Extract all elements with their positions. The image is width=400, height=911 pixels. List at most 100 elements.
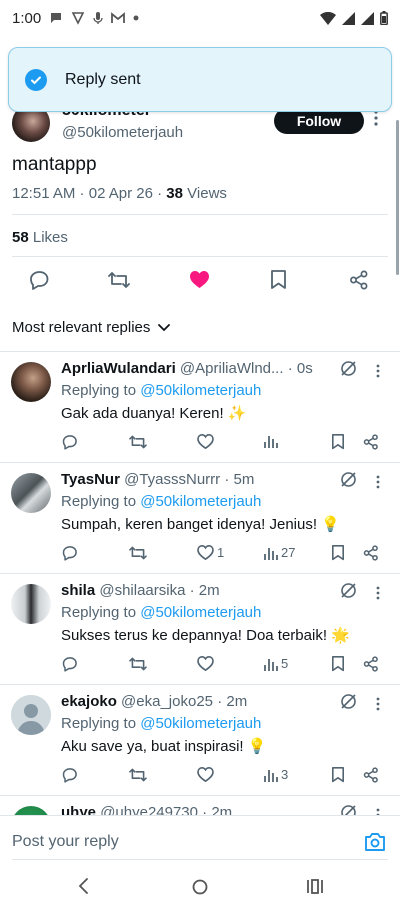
tweet-more-options-icon[interactable] bbox=[374, 110, 378, 126]
microphone-icon bbox=[93, 11, 103, 25]
gmail-icon bbox=[111, 12, 126, 24]
default-avatar-icon bbox=[11, 695, 51, 735]
reply-bookmark-icon[interactable] bbox=[331, 656, 345, 672]
reply-reply-icon[interactable] bbox=[62, 767, 78, 783]
reply-repost-icon[interactable] bbox=[129, 545, 147, 561]
reply-repost-icon[interactable] bbox=[129, 656, 147, 672]
replying-to-mention[interactable]: @50kilometerjauh bbox=[140, 493, 261, 510]
grok-icon[interactable] bbox=[340, 693, 357, 710]
reply-views-count: 3 bbox=[281, 767, 289, 782]
views-icon bbox=[264, 769, 278, 782]
bookmark-icon[interactable] bbox=[270, 270, 287, 290]
divider bbox=[12, 214, 388, 215]
more-notifications-dot-icon bbox=[133, 15, 139, 21]
reply-item[interactable]: AprliaWulandari @ApriliaWlnd... · 0s Rep… bbox=[0, 351, 400, 462]
reply-header: ekajoko @eka_joko25 · 2m bbox=[61, 693, 247, 710]
reply-header: TyasNur @TyasssNurrr · 5m bbox=[61, 471, 254, 488]
reply-views-button[interactable]: 27 bbox=[264, 545, 295, 560]
divider bbox=[12, 256, 388, 257]
back-icon[interactable] bbox=[78, 878, 90, 894]
reply-like-button[interactable]: 1 bbox=[197, 545, 224, 560]
replying-prefix: Replying to bbox=[61, 715, 137, 732]
reply-share-icon[interactable] bbox=[363, 545, 379, 561]
views-icon bbox=[264, 658, 278, 671]
reply-reply-icon[interactable] bbox=[62, 545, 78, 561]
camera-icon[interactable] bbox=[364, 832, 386, 852]
reply-author-avatar[interactable] bbox=[11, 584, 51, 624]
tweet-author-handle[interactable]: @50kilometerjauh bbox=[62, 124, 183, 141]
reply-item[interactable]: TyasNur @TyasssNurrr · 5m Replying to @5… bbox=[0, 462, 400, 573]
reply-icon[interactable] bbox=[29, 270, 50, 290]
replying-prefix: Replying to bbox=[61, 382, 137, 399]
replying-to-mention[interactable]: @50kilometerjauh bbox=[140, 715, 261, 732]
reply-author-name[interactable]: TyasNur bbox=[61, 471, 120, 488]
reply-author-avatar[interactable] bbox=[11, 695, 51, 735]
reply-reply-icon[interactable] bbox=[62, 656, 78, 672]
recents-icon[interactable] bbox=[307, 879, 323, 894]
reply-more-options-icon[interactable] bbox=[376, 697, 380, 711]
reply-share-icon[interactable] bbox=[363, 656, 379, 672]
reply-views-count: 5 bbox=[281, 656, 289, 671]
reply-repost-icon[interactable] bbox=[129, 434, 147, 450]
reply-bookmark-icon[interactable] bbox=[331, 545, 345, 561]
reply-composer[interactable]: Post your reply bbox=[0, 815, 400, 860]
reply-item[interactable]: shila @shilaarsika · 2m Replying to @50k… bbox=[0, 573, 400, 684]
like-filled-icon[interactable] bbox=[189, 270, 210, 289]
reply-author-handle[interactable]: @ApriliaWlnd... bbox=[180, 360, 284, 377]
reply-time: 0s bbox=[296, 360, 313, 377]
replying-to-mention[interactable]: @50kilometerjauh bbox=[140, 604, 261, 621]
reply-views-button[interactable]: 3 bbox=[264, 767, 288, 782]
tweet-likes[interactable]: 58 Likes bbox=[12, 229, 68, 246]
grok-icon[interactable] bbox=[340, 582, 357, 599]
reply-author-handle[interactable]: @eka_joko25 bbox=[121, 693, 213, 710]
reply-more-options-icon[interactable] bbox=[376, 586, 380, 600]
reply-bookmark-icon[interactable] bbox=[331, 767, 345, 783]
reply-more-options-icon[interactable] bbox=[376, 475, 380, 489]
reply-header: shila @shilaarsika · 2m bbox=[61, 582, 220, 599]
reply-author-avatar[interactable] bbox=[11, 362, 51, 402]
replying-prefix: Replying to bbox=[61, 493, 137, 510]
reply-author-name[interactable]: AprliaWulandari bbox=[61, 360, 176, 377]
replying-to-mention[interactable]: @50kilometerjauh bbox=[140, 382, 261, 399]
grok-icon[interactable] bbox=[340, 471, 357, 488]
sort-replies-dropdown[interactable]: Most relevant replies bbox=[12, 319, 171, 336]
reply-text: Sukses terus ke depannya! Doa terbaik! 🌟 bbox=[61, 627, 350, 644]
reply-time-sep: · bbox=[224, 471, 234, 488]
reply-text: Aku save ya, buat inspirasi! 💡 bbox=[61, 738, 267, 755]
tweet-views-label: Views bbox=[187, 185, 227, 202]
reply-input[interactable]: Post your reply bbox=[12, 833, 119, 851]
reply-like-button[interactable] bbox=[197, 656, 217, 671]
reply-more-options-icon[interactable] bbox=[376, 364, 380, 378]
repost-icon[interactable] bbox=[108, 270, 130, 290]
reply-bookmark-icon[interactable] bbox=[331, 434, 345, 450]
scrollbar[interactable] bbox=[396, 120, 399, 275]
likes-label: Likes bbox=[32, 229, 68, 246]
tweet-views-count: 38 bbox=[166, 185, 183, 202]
reply-author-name[interactable]: ekajoko bbox=[61, 693, 117, 710]
reply-share-icon[interactable] bbox=[363, 767, 379, 783]
reply-like-count: 1 bbox=[217, 545, 225, 560]
reply-replying-to: Replying to @50kilometerjauh bbox=[61, 715, 261, 732]
wifi-icon bbox=[320, 11, 336, 25]
tweet-meta: 12:51 AM · 02 Apr 26 · 38 Views bbox=[12, 185, 227, 202]
reply-like-button[interactable] bbox=[197, 767, 217, 782]
reply-author-avatar[interactable] bbox=[11, 473, 51, 513]
chat-notification-icon bbox=[49, 11, 63, 25]
reply-author-name[interactable]: shila bbox=[61, 582, 95, 599]
reply-views-button[interactable] bbox=[264, 434, 281, 448]
status-time: 1:00 bbox=[12, 9, 42, 27]
home-icon[interactable] bbox=[192, 879, 208, 895]
reply-item[interactable]: ekajoko @eka_joko25 · 2m Replying to @50… bbox=[0, 684, 400, 795]
reply-author-handle[interactable]: @shilaarsika bbox=[99, 582, 185, 599]
tweet-action-bar bbox=[0, 266, 400, 298]
reply-views-button[interactable]: 5 bbox=[264, 656, 288, 671]
reply-replying-to: Replying to @50kilometerjauh bbox=[61, 382, 261, 399]
reply-author-handle[interactable]: @TyasssNurrr bbox=[124, 471, 220, 488]
reply-share-icon[interactable] bbox=[363, 434, 379, 450]
share-icon[interactable] bbox=[349, 270, 369, 290]
reply-like-button[interactable] bbox=[197, 434, 217, 449]
reply-like-icon bbox=[197, 545, 214, 560]
grok-icon[interactable] bbox=[340, 360, 357, 377]
reply-repost-icon[interactable] bbox=[129, 767, 147, 783]
reply-reply-icon[interactable] bbox=[62, 434, 78, 450]
